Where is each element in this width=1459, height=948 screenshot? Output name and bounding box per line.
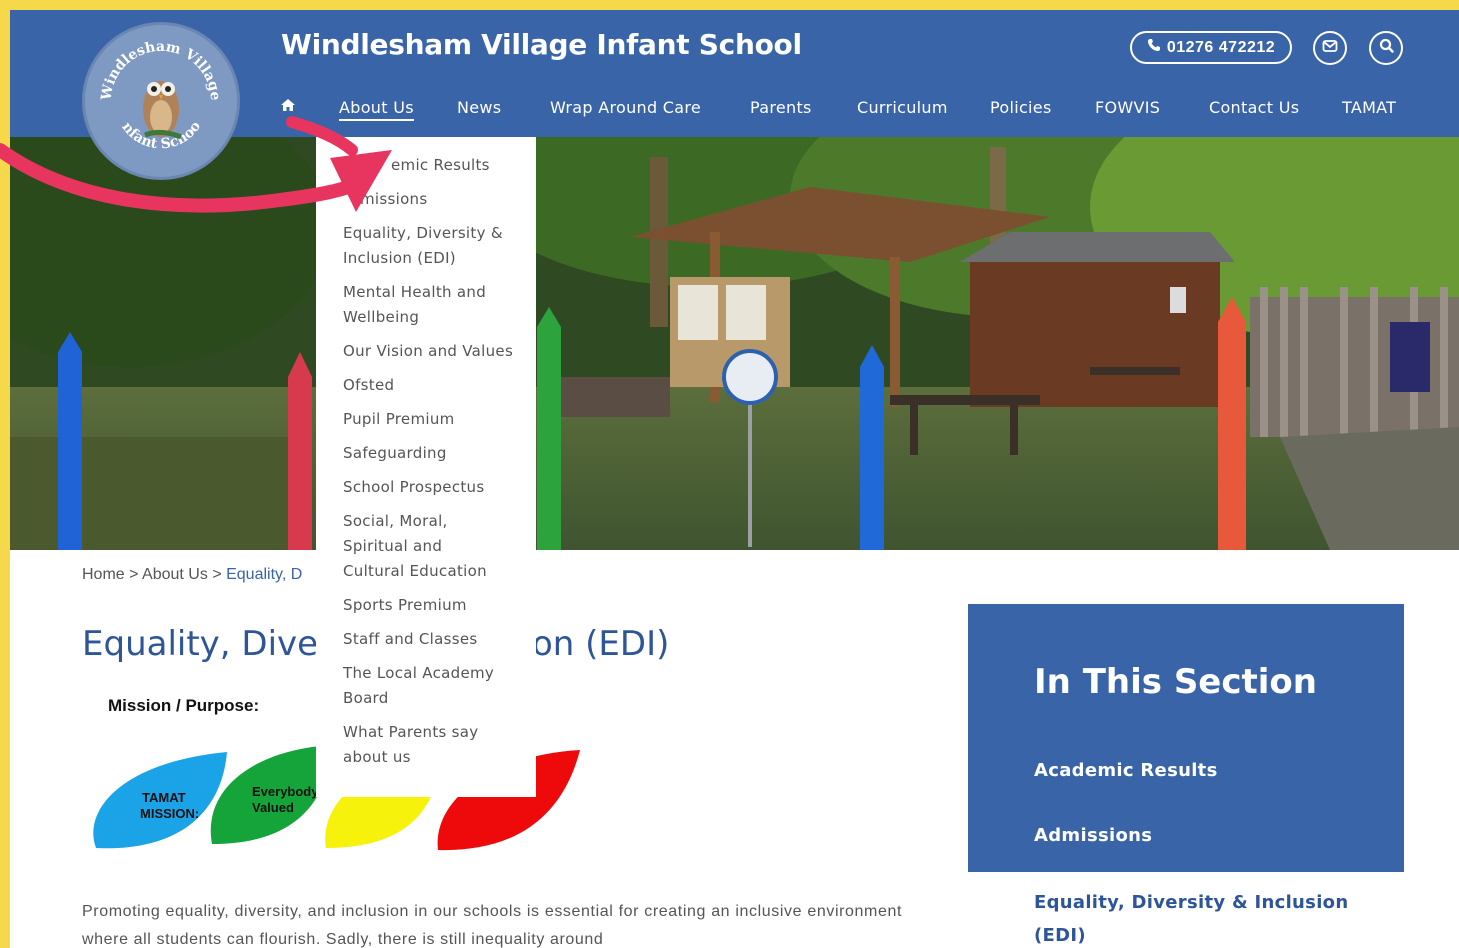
search-button[interactable]: [1369, 31, 1403, 65]
page: Windlesham Village Infant School 01276 4…: [10, 10, 1459, 948]
leaf-label: MISSION:: [140, 806, 199, 821]
breadcrumb-current: Equality, D: [226, 566, 303, 583]
hero-image: [10, 137, 1459, 550]
breadcrumb: Home > About Us > Equality, D: [82, 566, 302, 584]
dropdown-item[interactable]: Sports Premium: [316, 593, 516, 618]
dropdown-item[interactable]: emic Results: [316, 153, 516, 178]
leaf-label: Everybody: [252, 784, 319, 799]
dropdown-item[interactable]: Social, Moral, Spiritual and Cultural Ed…: [316, 509, 496, 584]
in-this-section-panel: In This Section Academic Results Admissi…: [968, 604, 1404, 872]
dropdown-item[interactable]: Staff and Classes: [316, 627, 516, 652]
home-icon[interactable]: [280, 98, 296, 117]
dropdown-item[interactable]: Pupil Premium: [316, 407, 516, 432]
nav-wrap-around-care[interactable]: Wrap Around Care: [550, 98, 701, 117]
nav-parents[interactable]: Parents: [750, 98, 812, 117]
phone-number: 01276 472212: [1166, 38, 1276, 56]
dropdown-item[interactable]: Ofsted: [316, 373, 516, 398]
section-link-academic-results[interactable]: Academic Results: [1034, 760, 1218, 781]
about-us-dropdown: emic Results missions Equality, Diversit…: [316, 137, 536, 797]
owl-icon: [143, 81, 182, 140]
nav-about-us[interactable]: About Us: [339, 98, 414, 121]
mail-icon: [1322, 39, 1338, 58]
dropdown-item[interactable]: Our Vision and Values: [316, 339, 516, 364]
page-title-end: on (EDI): [532, 624, 670, 664]
leaf-label: TAMAT: [142, 790, 186, 805]
nav-news[interactable]: News: [457, 98, 501, 117]
page-title: Equality, Diver: [82, 624, 333, 664]
section-link-admissions[interactable]: Admissions: [1034, 825, 1152, 846]
section-link-edi[interactable]: Equality, Diversity & Inclusion (EDI): [1034, 886, 1374, 948]
school-logo[interactable]: Windlesham Village Infant School: [82, 13, 240, 180]
dropdown-item[interactable]: Equality, Diversity & Inclusion (EDI): [316, 221, 516, 271]
breadcrumb-about-us[interactable]: About Us: [142, 566, 208, 583]
body-paragraph: Promoting equality, diversity, and inclu…: [82, 903, 902, 948]
leaf-label: Valued: [252, 800, 294, 815]
mission-label: Mission / Purpose:: [108, 696, 260, 715]
nav-tamat[interactable]: TAMAT: [1342, 98, 1396, 117]
dropdown-item[interactable]: School Prospectus: [316, 475, 516, 500]
email-button[interactable]: [1313, 31, 1347, 65]
nav-fowvis[interactable]: FOWVIS: [1095, 98, 1160, 117]
dropdown-item[interactable]: Safeguarding: [316, 441, 516, 466]
dropdown-item[interactable]: missions: [316, 187, 516, 212]
dropdown-item[interactable]: What Parents say about us: [316, 720, 501, 770]
phone-button[interactable]: 01276 472212: [1130, 31, 1292, 64]
phone-icon: [1147, 38, 1161, 57]
nav-curriculum[interactable]: Curriculum: [857, 98, 948, 117]
breadcrumb-separator: >: [129, 566, 139, 583]
breadcrumb-separator: >: [212, 566, 222, 583]
dropdown-item[interactable]: The Local Academy Board: [316, 661, 516, 711]
site-title[interactable]: Windlesham Village Infant School: [281, 28, 802, 61]
search-icon: [1379, 38, 1394, 58]
nav-policies[interactable]: Policies: [990, 98, 1052, 117]
dropdown-item[interactable]: Mental Health and Wellbeing: [316, 280, 516, 330]
section-title: In This Section: [1034, 662, 1317, 702]
nav-contact-us[interactable]: Contact Us: [1209, 98, 1299, 117]
breadcrumb-home[interactable]: Home: [82, 566, 125, 583]
